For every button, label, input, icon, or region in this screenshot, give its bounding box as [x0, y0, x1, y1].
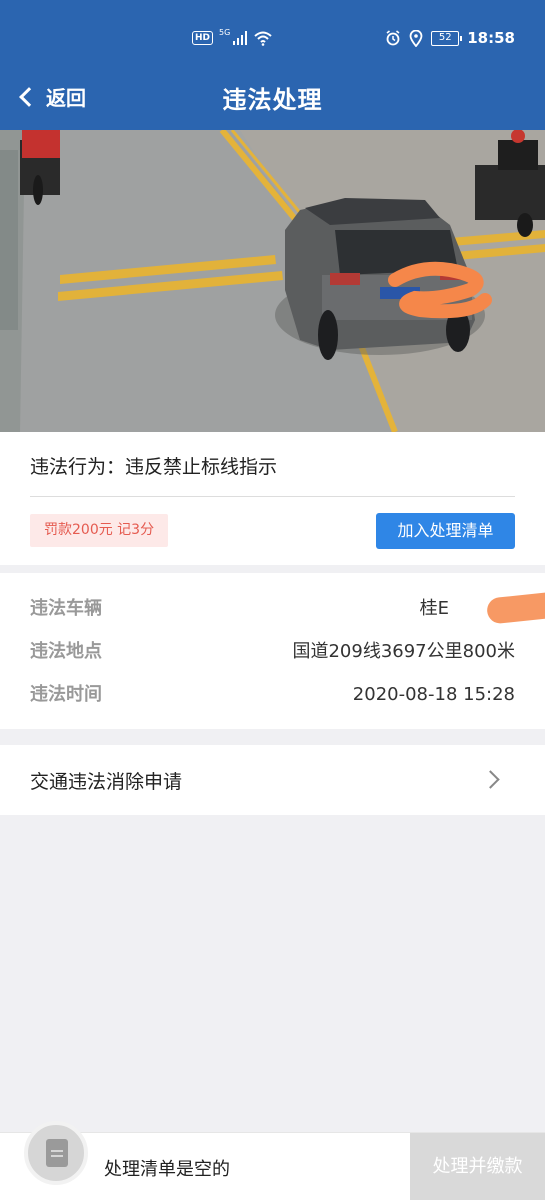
network-type: 5G: [219, 27, 231, 37]
chevron-right-icon: [481, 770, 500, 789]
divider: [30, 496, 515, 497]
alarm-icon: [386, 30, 400, 46]
battery-icon: 52: [431, 30, 463, 46]
wifi-icon: [254, 31, 272, 46]
status-network: HD 5G: [192, 27, 273, 46]
elimination-label: 交通违法消除申请: [30, 771, 183, 793]
location-value: 国道209线3697公里800米: [292, 641, 515, 662]
time-label: 违法时间: [30, 684, 102, 705]
time-value: 2020-08-18 15:28: [352, 684, 515, 705]
process-list-button[interactable]: [24, 1121, 88, 1185]
location-icon: [409, 29, 423, 47]
violation-card: 违法行为：违反禁止标线指示 罚款200元 记3分 加入处理清单: [0, 432, 545, 565]
process-and-pay-button[interactable]: 处理并缴款: [410, 1133, 545, 1200]
location-label: 违法地点: [30, 641, 102, 662]
status-bar: HD 5G 52 18:58: [0, 0, 545, 80]
status-right: 52 18:58: [385, 29, 515, 47]
page-title: 违法处理: [222, 86, 323, 114]
vehicle-row: 违法车辆 桂E: [30, 594, 515, 624]
clock: 18:58: [467, 29, 515, 47]
road-scene-image: [0, 130, 545, 432]
elimination-application-item[interactable]: 交通违法消除申请: [0, 745, 545, 815]
app-header: HD 5G 52 18:58 返回 违法处理: [0, 0, 545, 130]
document-icon: [46, 1139, 68, 1167]
time-row: 违法时间 2020-08-18 15:28: [30, 680, 515, 710]
details-card: 违法车辆 桂E 违法地点 国道209线3697公里800米 违法时间 2020-…: [0, 573, 545, 729]
vehicle-value: 桂E: [419, 598, 449, 619]
hd-badge: HD: [192, 31, 214, 45]
empty-list-text: 处理清单是空的: [104, 1159, 230, 1180]
location-row: 违法地点 国道209线3697公里800米: [30, 637, 515, 667]
violation-photo[interactable]: [0, 130, 545, 432]
add-to-list-button[interactable]: 加入处理清单: [376, 513, 515, 549]
violation-behavior: 违法行为：违反禁止标线指示: [30, 456, 278, 478]
bottom-bar: 处理清单是空的 处理并缴款: [0, 1121, 545, 1200]
signal-icon: [233, 31, 248, 45]
navbar: 返回 违法处理: [0, 80, 545, 120]
vehicle-label: 违法车辆: [30, 598, 102, 619]
penalty-badge: 罚款200元 记3分: [30, 514, 169, 547]
